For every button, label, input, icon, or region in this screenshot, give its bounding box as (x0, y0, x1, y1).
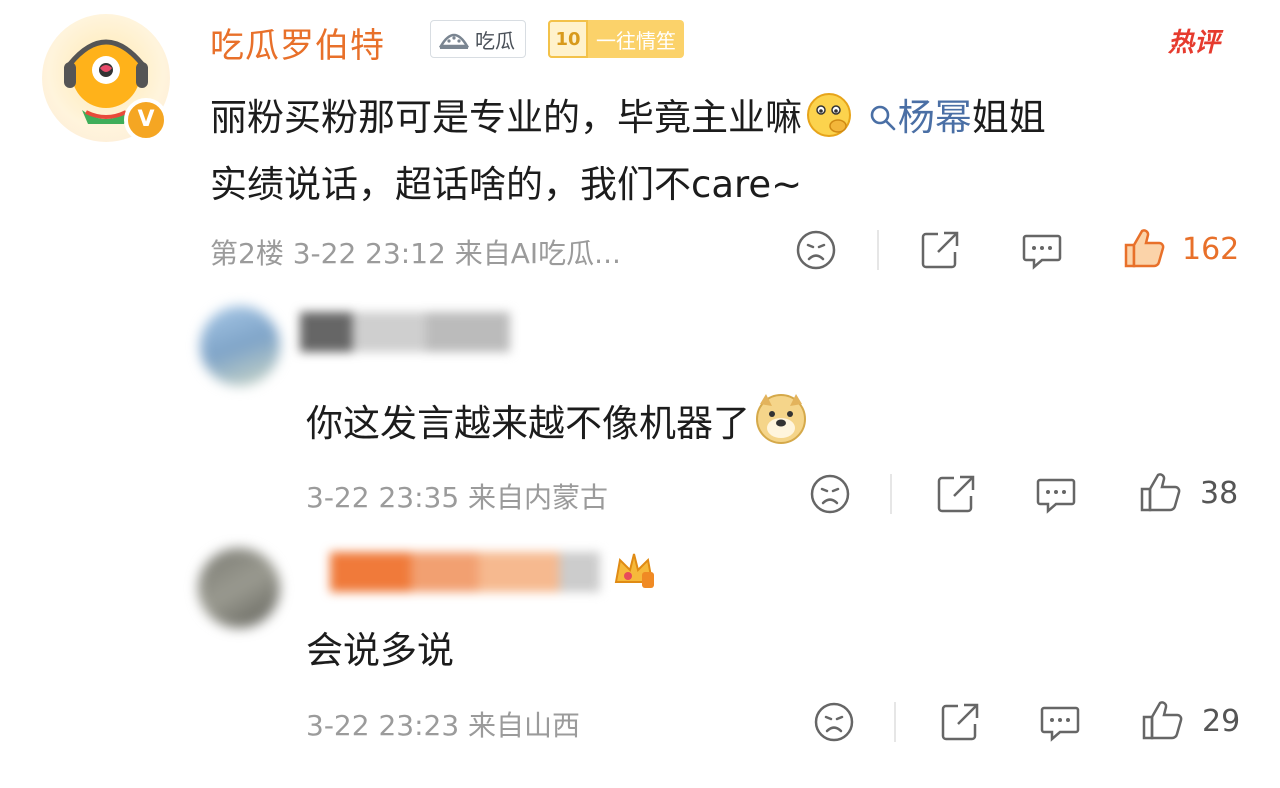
melon-icon (439, 33, 469, 49)
comment-username[interactable]: 吃瓜罗伯特 (210, 18, 385, 67)
fan-level-number: 10 (548, 20, 588, 58)
topic-link[interactable]: 杨幂 (856, 96, 972, 139)
share-icon[interactable] (938, 700, 982, 744)
like-count: 29 (1202, 704, 1241, 739)
like-thumb-icon[interactable] (1138, 470, 1182, 514)
comment-icon[interactable] (1034, 472, 1078, 516)
dislike-face-icon[interactable] (812, 700, 856, 744)
reply-meta: 3-22 23:35 来自内蒙古 (306, 481, 609, 514)
share-icon[interactable] (918, 228, 962, 272)
verified-badge-icon: V (124, 98, 168, 142)
comment-meta: 第2楼 3-22 23:12 来自AI吃瓜... (210, 237, 621, 270)
comment-body: 丽粉买粉那可是专业的，毕竟主业嘛 杨幂姐姐 实绩说话，超话啥的，我们不care~ (210, 84, 1250, 218)
fan-level-label: 一往情笙 (596, 28, 676, 53)
dislike-face-icon[interactable] (808, 472, 852, 516)
like-thumb-icon[interactable] (1140, 698, 1184, 742)
comment-text-part2: 姐姐 (971, 96, 1046, 139)
hot-comment-label: 热评 (1168, 28, 1221, 58)
comment-text-part1: 丽粉买粉那可是专业的，毕竟主业嘛 (210, 96, 802, 139)
reply-text: 你这发言越来越不像机器了 (306, 390, 812, 447)
like-thumb-icon[interactable] (1122, 226, 1166, 270)
group-tag[interactable]: 吃瓜 (430, 20, 526, 58)
reply-text: 会说多说 (306, 629, 454, 672)
reply-username-blurred[interactable] (300, 312, 510, 352)
fan-level-badge[interactable]: 10 一往情笙 (548, 20, 684, 58)
reply-meta: 3-22 23:23 来自山西 (306, 709, 581, 742)
topic-link-label: 杨幂 (897, 96, 972, 139)
action-divider (877, 230, 879, 270)
comment-icon[interactable] (1038, 700, 1082, 744)
doge-emoji-icon (756, 394, 806, 444)
like-count: 38 (1200, 476, 1239, 511)
dislike-face-icon[interactable] (794, 228, 838, 272)
comment-icon[interactable] (1020, 228, 1064, 272)
reply-username-blurred[interactable] (330, 552, 600, 592)
reply-avatar[interactable] (178, 548, 298, 628)
comment-text-line2: 实绩说话，超话啥的，我们不care~ (210, 163, 803, 206)
reply-text-content: 你这发言越来越不像机器了 (306, 402, 750, 445)
search-icon (870, 105, 896, 131)
fan-level-crown-icon (614, 553, 654, 588)
share-icon[interactable] (934, 472, 978, 516)
like-count: 162 (1182, 232, 1240, 267)
action-divider (890, 474, 892, 514)
action-divider (894, 702, 896, 742)
reply-avatar[interactable] (178, 306, 288, 386)
thinking-emoji-icon (807, 93, 851, 137)
group-tag-label: 吃瓜 (475, 28, 515, 53)
